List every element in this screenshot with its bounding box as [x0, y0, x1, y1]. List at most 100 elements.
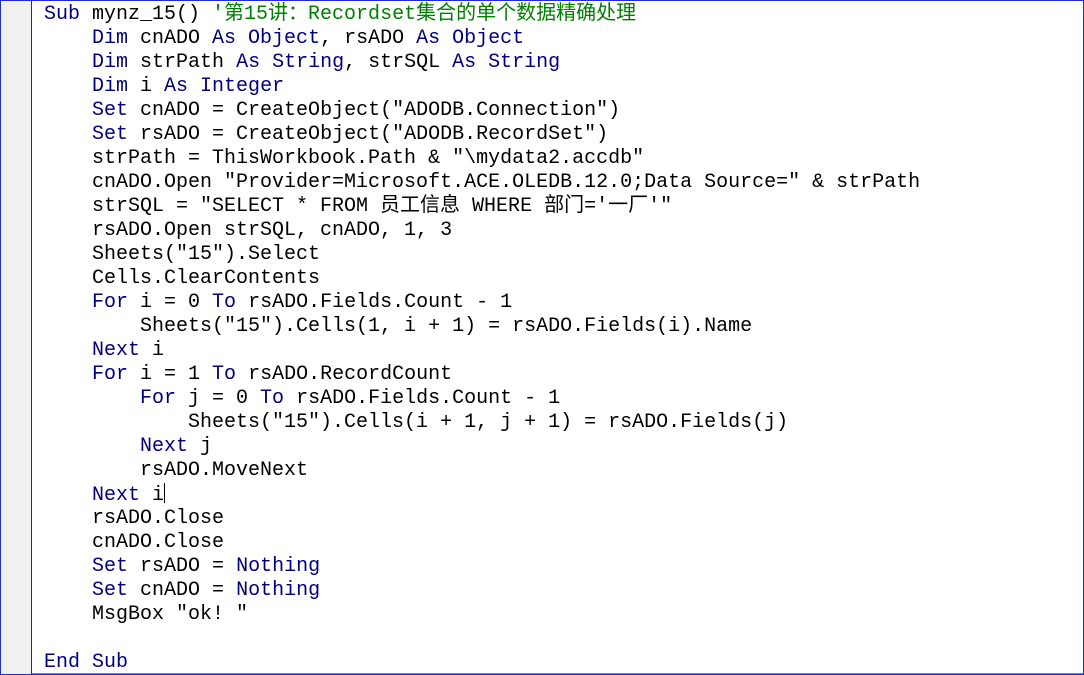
keyword-token: Dim — [92, 27, 129, 50]
keyword-token: Dim — [92, 51, 129, 74]
keyword-token: Next — [92, 339, 141, 362]
code-token: Sheets("15").Cells(1, i + 1) = rsADO.Fie… — [44, 315, 753, 338]
comment-token: '第15讲：Recordset集合的单个数据精确处理 — [212, 3, 637, 26]
code-line[interactable]: Set rsADO = CreateObject("ADODB.RecordSe… — [44, 123, 920, 147]
keyword-token: As String — [452, 51, 561, 74]
keyword-token: As Object — [416, 27, 525, 50]
code-token: rsADO.Open strSQL, cnADO, 1, 3 — [44, 219, 453, 242]
code-line[interactable]: Sub mynz_15() '第15讲：Recordset集合的单个数据精确处理 — [44, 3, 920, 27]
code-token: Sheets("15").Cells(i + 1, j + 1) = rsADO… — [44, 411, 789, 434]
code-line[interactable]: Set cnADO = Nothing — [44, 579, 920, 603]
code-token: , rsADO — [320, 27, 417, 50]
code-line[interactable]: Sheets("15").Select — [44, 243, 920, 267]
code-line[interactable]: Sheets("15").Cells(i + 1, j + 1) = rsADO… — [44, 411, 920, 435]
code-token: i = 0 — [128, 291, 213, 314]
keyword-token: As String — [236, 51, 345, 74]
keyword-token: Nothing — [236, 555, 321, 578]
code-token: rsADO.RecordCount — [236, 363, 453, 386]
code-line[interactable]: rsADO.Close — [44, 507, 920, 531]
code-token: rsADO.Close — [44, 507, 225, 530]
keyword-token: Set — [92, 99, 129, 122]
keyword-token: As Object — [212, 27, 321, 50]
keyword-token: End Sub — [44, 651, 129, 674]
code-line[interactable]: cnADO.Open "Provider=Microsoft.ACE.OLEDB… — [44, 171, 920, 195]
code-line[interactable]: Next i — [44, 483, 920, 507]
code-token: , strSQL — [344, 51, 453, 74]
code-token: i = 1 — [128, 363, 213, 386]
code-token: rsADO = CreateObject("ADODB.RecordSet") — [128, 123, 609, 146]
keyword-token: As Integer — [164, 75, 285, 98]
code-line[interactable]: rsADO.MoveNext — [44, 459, 920, 483]
code-token: cnADO — [128, 27, 213, 50]
code-token: j = 0 — [176, 387, 261, 410]
code-token: i — [140, 339, 165, 362]
code-line[interactable]: Cells.ClearContents — [44, 267, 920, 291]
code-token: rsADO.MoveNext — [44, 459, 309, 482]
code-token: cnADO.Open "Provider=Microsoft.ACE.OLEDB… — [44, 171, 921, 194]
keyword-token: Set — [92, 579, 129, 602]
margin-indicator-bar[interactable] — [1, 1, 32, 674]
keyword-token: Nothing — [236, 579, 321, 602]
keyword-token: To — [212, 291, 237, 314]
code-token: strPath — [128, 51, 237, 74]
code-line[interactable]: cnADO.Close — [44, 531, 920, 555]
code-token: strSQL = "SELECT * FROM 员工信息 WHERE 部门='一… — [44, 195, 673, 218]
code-line[interactable]: Set rsADO = Nothing — [44, 555, 920, 579]
divider — [32, 673, 1083, 674]
keyword-token: Next — [140, 435, 189, 458]
code-line[interactable]: Set cnADO = CreateObject("ADODB.Connecti… — [44, 99, 920, 123]
code-token: cnADO = CreateObject("ADODB.Connection") — [128, 99, 621, 122]
keyword-token: For — [92, 291, 129, 314]
code-token: rsADO = — [128, 555, 237, 578]
code-line[interactable]: Next j — [44, 435, 920, 459]
code-line[interactable]: MsgBox "ok! " — [44, 603, 920, 627]
code-line[interactable] — [44, 627, 920, 651]
code-line[interactable]: Dim cnADO As Object, rsADO As Object — [44, 27, 920, 51]
code-token: j — [188, 435, 213, 458]
code-line[interactable]: strSQL = "SELECT * FROM 员工信息 WHERE 部门='一… — [44, 195, 920, 219]
code-token: mynz_15() — [80, 3, 213, 26]
code-line[interactable]: Dim strPath As String, strSQL As String — [44, 51, 920, 75]
code-line[interactable]: For i = 1 To rsADO.RecordCount — [44, 363, 920, 387]
code-token: rsADO.Fields.Count - 1 — [284, 387, 561, 410]
keyword-token: To — [260, 387, 285, 410]
code-token: Sheets("15").Select — [44, 243, 321, 266]
keyword-token: Sub — [44, 3, 81, 26]
code-line[interactable]: For j = 0 To rsADO.Fields.Count - 1 — [44, 387, 920, 411]
code-line[interactable]: strPath = ThisWorkbook.Path & "\mydata2.… — [44, 147, 920, 171]
keyword-token: To — [212, 363, 237, 386]
code-token: rsADO.Fields.Count - 1 — [236, 291, 513, 314]
code-editor[interactable]: Sub mynz_15() '第15讲：Recordset集合的单个数据精确处理… — [44, 3, 920, 675]
keyword-token: Next — [92, 484, 141, 507]
code-line[interactable]: Dim i As Integer — [44, 75, 920, 99]
code-token: strPath = ThisWorkbook.Path & "\mydata2.… — [44, 147, 645, 170]
code-line[interactable]: For i = 0 To rsADO.Fields.Count - 1 — [44, 291, 920, 315]
keyword-token: For — [140, 387, 177, 410]
keyword-token: Set — [92, 123, 129, 146]
text-cursor — [164, 483, 166, 503]
keyword-token: Set — [92, 555, 129, 578]
code-line[interactable]: End Sub — [44, 651, 920, 675]
code-line[interactable]: Next i — [44, 339, 920, 363]
code-token: Cells.ClearContents — [44, 267, 321, 290]
keyword-token: For — [92, 363, 129, 386]
code-token: i — [140, 484, 165, 507]
code-line[interactable]: rsADO.Open strSQL, cnADO, 1, 3 — [44, 219, 920, 243]
keyword-token: Dim — [92, 75, 129, 98]
code-line[interactable]: Sheets("15").Cells(1, i + 1) = rsADO.Fie… — [44, 315, 920, 339]
code-token: cnADO.Close — [44, 531, 225, 554]
code-window: Sub mynz_15() '第15讲：Recordset集合的单个数据精确处理… — [0, 0, 1084, 675]
